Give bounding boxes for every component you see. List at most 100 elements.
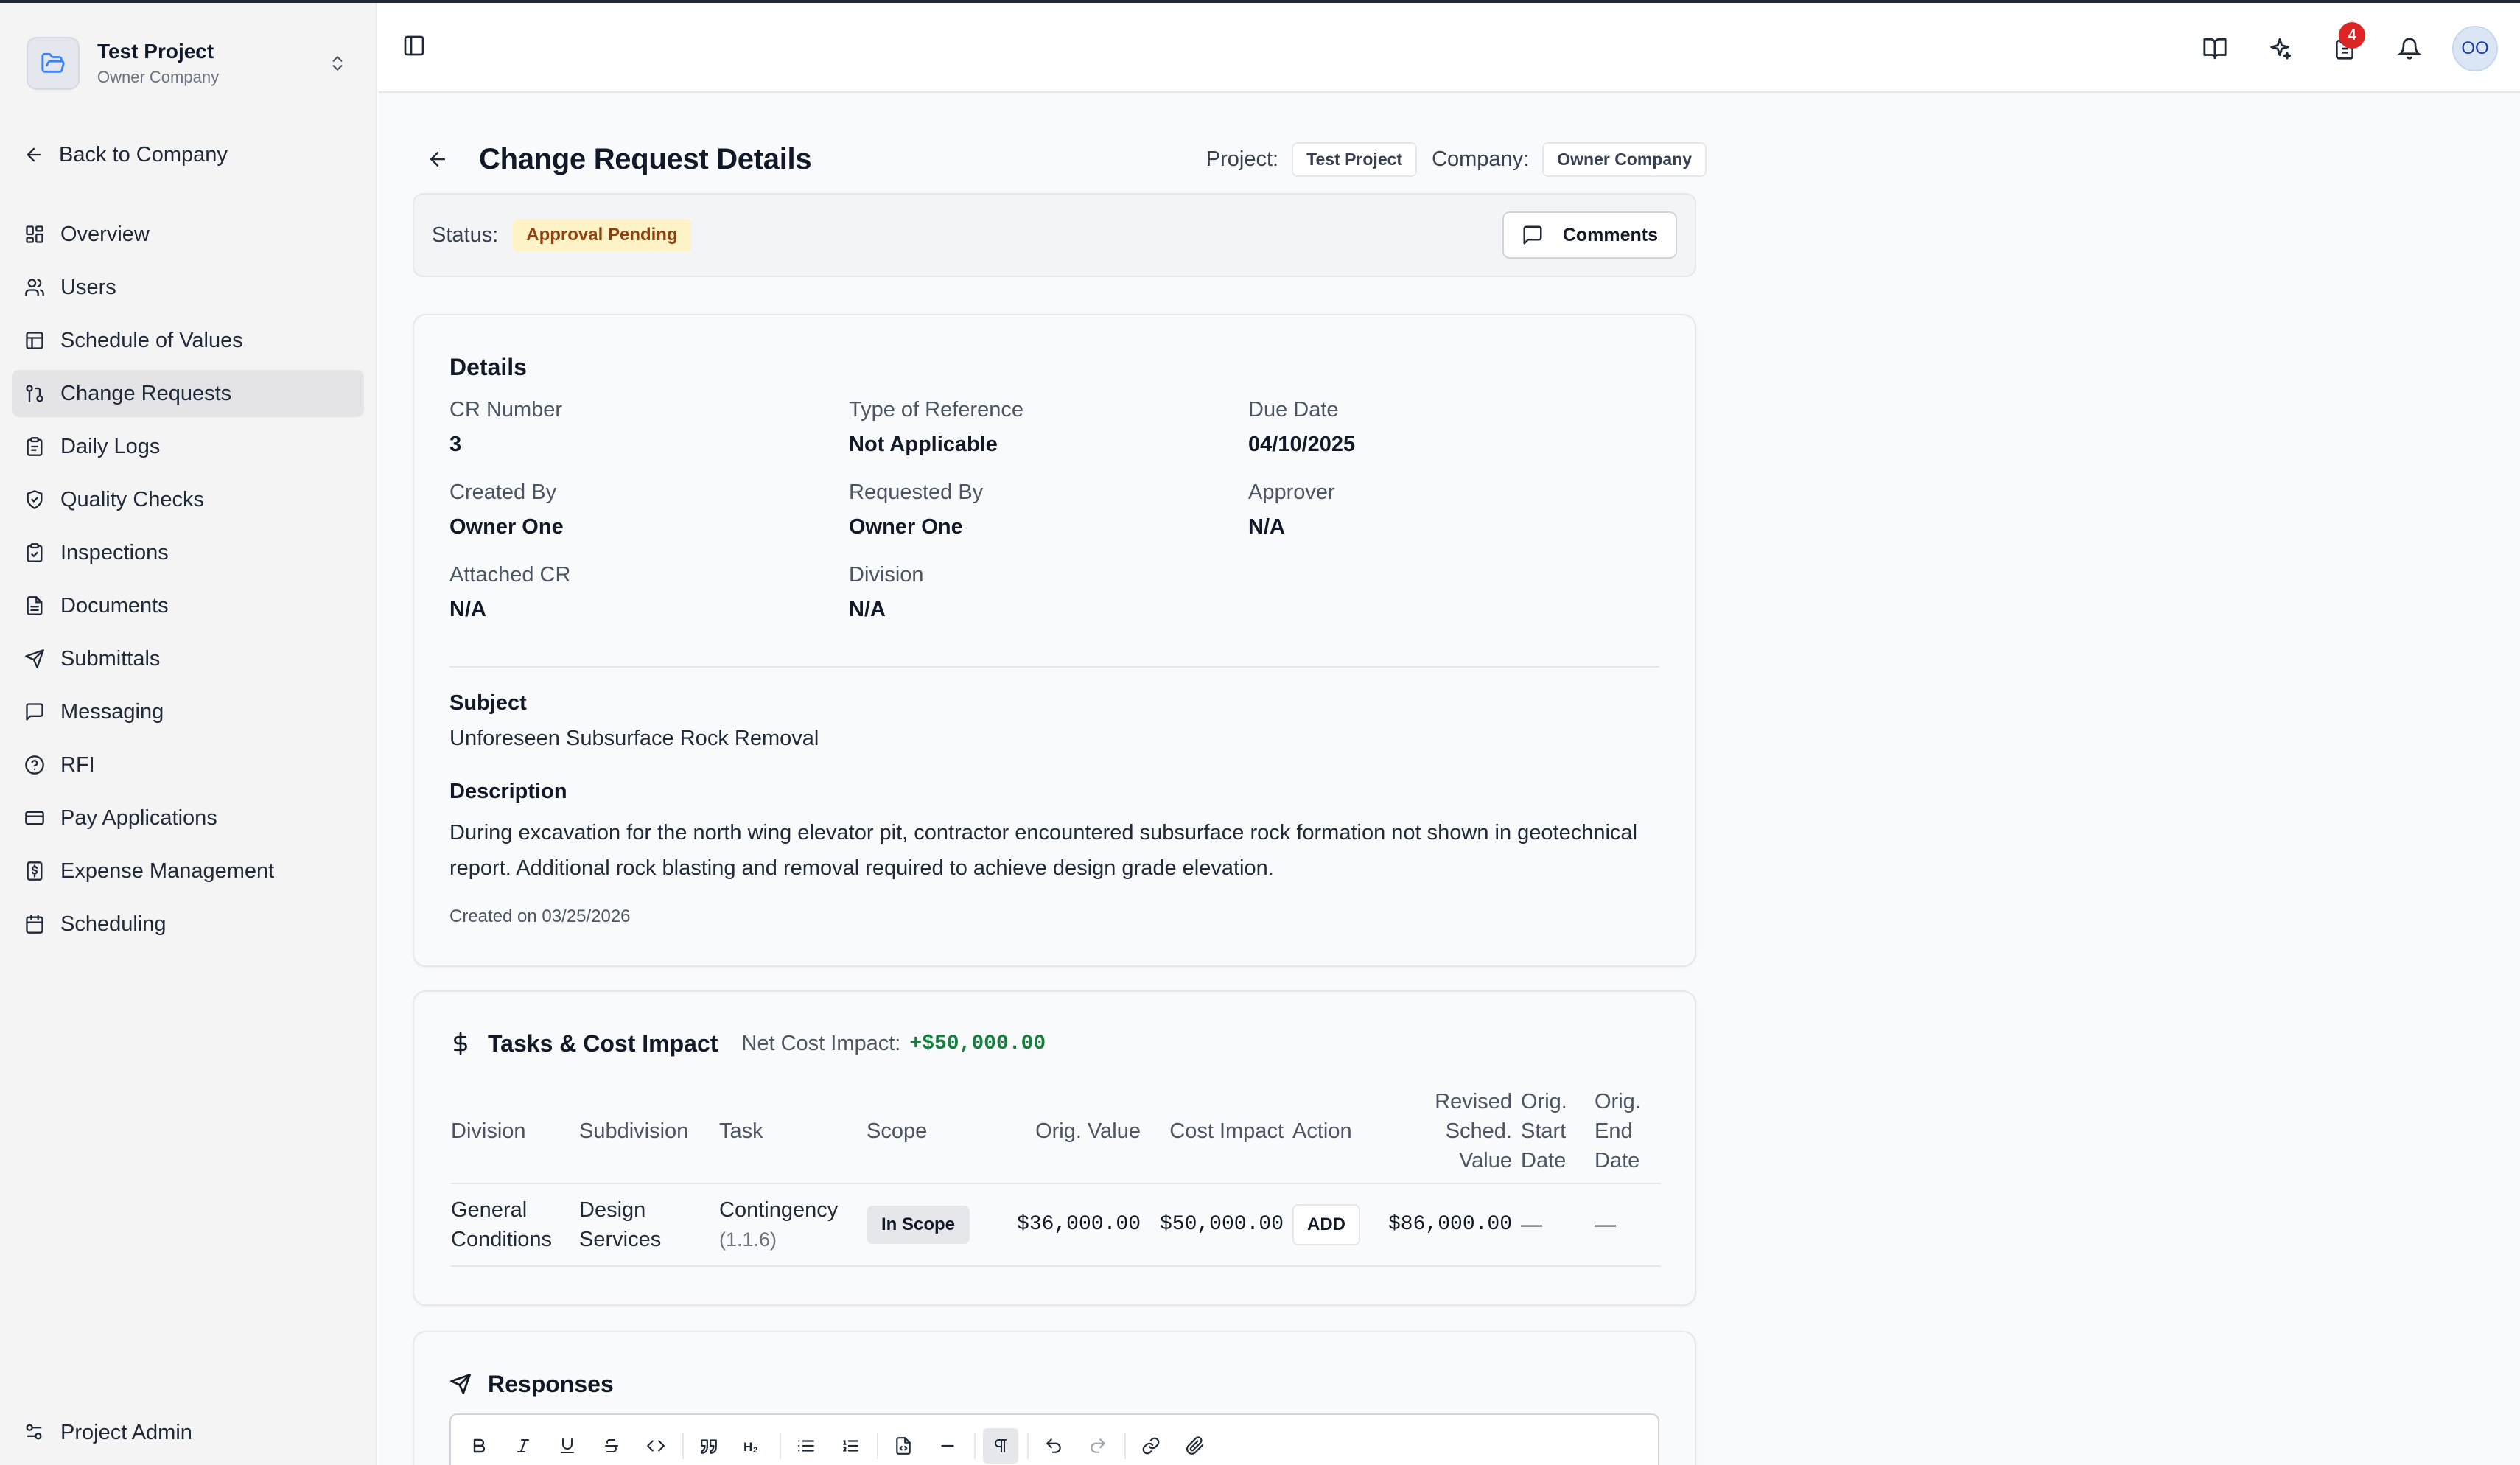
- horizontal-rule-button[interactable]: [930, 1428, 965, 1464]
- field-division: Division N/A: [849, 563, 1248, 622]
- field-value: N/A: [449, 598, 486, 621]
- column-header[interactable]: Subdivision: [579, 1079, 719, 1184]
- bell-icon: [2398, 38, 2421, 60]
- status-label: Status:: [432, 223, 499, 247]
- cell-revised-value: $86,000.00: [1388, 1183, 1521, 1267]
- strikethrough-button[interactable]: [594, 1428, 629, 1464]
- column-header[interactable]: Task: [719, 1079, 867, 1184]
- sidebar-item-pay-applications[interactable]: Pay Applications: [12, 794, 364, 842]
- sidebar-item-messaging[interactable]: Messaging: [12, 688, 364, 735]
- sidebar-item-documents[interactable]: Documents: [12, 582, 364, 629]
- shield-check-icon: [24, 489, 46, 511]
- notifications-button[interactable]: [2387, 27, 2432, 71]
- toolbar-divider: [877, 1433, 878, 1459]
- link-button[interactable]: [1133, 1428, 1169, 1464]
- dollar-sign-icon: [454, 1032, 467, 1055]
- sidebar-nav: Overview Users Schedule of Values Change…: [12, 211, 364, 954]
- response-editor[interactable]: H2: [449, 1413, 1659, 1465]
- back-to-company-link[interactable]: Back to Company: [24, 137, 228, 172]
- sidebar-item-quality-checks[interactable]: Quality Checks: [12, 476, 364, 523]
- header-meta: Project: Test Project Company: Owner Com…: [1206, 141, 1707, 177]
- top-bar: 4 OO: [379, 3, 2520, 93]
- sliders-icon: [24, 1422, 46, 1444]
- field-approver: Approver N/A: [1248, 480, 1648, 539]
- pilcrow-icon: [995, 1439, 1007, 1452]
- sparkles-icon: [2270, 38, 2292, 60]
- sidebar-item-inspections[interactable]: Inspections: [12, 529, 364, 576]
- sidebar-item-expense-management[interactable]: Expense Management: [12, 847, 364, 895]
- sidebar-item-label: Change Requests: [60, 381, 232, 405]
- attachment-button[interactable]: [1177, 1428, 1213, 1464]
- code-block-button[interactable]: [886, 1428, 921, 1464]
- status-bar: Status: Approval Pending Comments: [413, 193, 1696, 277]
- field-label: Division: [849, 563, 924, 587]
- project-admin-link[interactable]: Project Admin: [24, 1412, 192, 1453]
- field-value: 3: [449, 433, 462, 456]
- field-due-date: Due Date 04/10/2025: [1248, 398, 1648, 457]
- project-switcher[interactable]: Test Project Owner Company: [27, 34, 351, 93]
- task-name: Contingency: [719, 1198, 839, 1222]
- column-header[interactable]: Orig. Start Date: [1521, 1079, 1595, 1184]
- cell-cost-impact: $50,000.00: [1149, 1183, 1292, 1267]
- back-button[interactable]: [423, 144, 452, 174]
- column-header[interactable]: Scope: [867, 1079, 999, 1184]
- toolbar-divider: [780, 1433, 781, 1459]
- project-admin-label: Project Admin: [60, 1420, 192, 1444]
- bold-button[interactable]: [461, 1428, 497, 1464]
- project-name: Test Project: [97, 40, 214, 63]
- heading-2-button[interactable]: H2: [735, 1428, 771, 1464]
- bullet-list-button[interactable]: [788, 1428, 824, 1464]
- comments-button[interactable]: Comments: [1502, 211, 1677, 259]
- book-open-icon: [2203, 38, 2227, 60]
- field-label: Type of Reference: [849, 398, 1023, 422]
- column-header[interactable]: Revised Sched. Value: [1388, 1079, 1521, 1184]
- field-label: Requested By: [849, 480, 984, 504]
- sidebar-item-label: Quality Checks: [60, 487, 205, 511]
- details-fields: CR Number 3 Type of Reference Not Applicab…: [449, 398, 1658, 622]
- sidebar-item-daily-logs[interactable]: Daily Logs: [12, 423, 364, 470]
- bold-icon: [473, 1438, 486, 1453]
- task-code: (1.1.6): [719, 1228, 777, 1251]
- sidebar-item-label: Inspections: [60, 540, 169, 564]
- italic-button[interactable]: [505, 1428, 541, 1464]
- message-square-icon: [24, 701, 46, 723]
- quote-button[interactable]: [691, 1428, 727, 1464]
- details-divider: [449, 666, 1659, 668]
- sidebar-item-schedule-of-values[interactable]: Schedule of Values: [12, 317, 364, 364]
- sidebar-item-rfi[interactable]: RFI: [12, 741, 364, 789]
- tasks-card: Tasks & Cost Impact Net Cost Impact: +$5…: [413, 990, 1696, 1306]
- field-value: 04/10/2025: [1248, 433, 1356, 456]
- field-attached-cr: Attached CR N/A: [449, 563, 849, 622]
- sidebar-item-label: Expense Management: [60, 859, 275, 883]
- cell-orig-value: $36,000.00: [999, 1183, 1149, 1267]
- tasks-button[interactable]: 4: [2323, 22, 2367, 71]
- table-icon: [24, 329, 46, 352]
- panel-left-icon: [404, 35, 424, 56]
- column-header[interactable]: Cost Impact: [1149, 1079, 1292, 1184]
- sidebar-item-submittals[interactable]: Submittals: [12, 635, 364, 682]
- sidebar-item-users[interactable]: Users: [12, 264, 364, 311]
- redo-button[interactable]: [1080, 1428, 1116, 1464]
- redo-icon: [1091, 1438, 1105, 1453]
- code-button[interactable]: [638, 1428, 673, 1464]
- table-row[interactable]: General Conditions Design Services Conti…: [451, 1183, 1661, 1267]
- column-header[interactable]: Action: [1292, 1079, 1388, 1184]
- undo-button[interactable]: [1036, 1428, 1071, 1464]
- sidebar-item-change-requests[interactable]: Change Requests: [12, 370, 364, 417]
- underline-button[interactable]: [550, 1428, 585, 1464]
- column-header[interactable]: Division: [451, 1079, 579, 1184]
- column-header[interactable]: Orig. End Date: [1595, 1079, 1661, 1184]
- column-header[interactable]: Orig. Value: [999, 1079, 1149, 1184]
- sidebar-item-overview[interactable]: Overview: [12, 211, 364, 258]
- paragraph-button[interactable]: [983, 1428, 1018, 1464]
- user-avatar[interactable]: OO: [2452, 26, 2498, 71]
- list-ordered-icon: [843, 1440, 858, 1452]
- ai-assistant-button[interactable]: [2258, 27, 2302, 71]
- sidebar-item-scheduling[interactable]: Scheduling: [12, 901, 364, 948]
- sidebar-toggle-button[interactable]: [402, 34, 432, 63]
- link-icon: [1142, 1437, 1160, 1455]
- ordered-list-button[interactable]: [833, 1428, 868, 1464]
- sidebar-item-label: Submittals: [60, 646, 161, 671]
- docs-button[interactable]: [2193, 27, 2237, 71]
- folder-open-icon: [27, 37, 80, 90]
